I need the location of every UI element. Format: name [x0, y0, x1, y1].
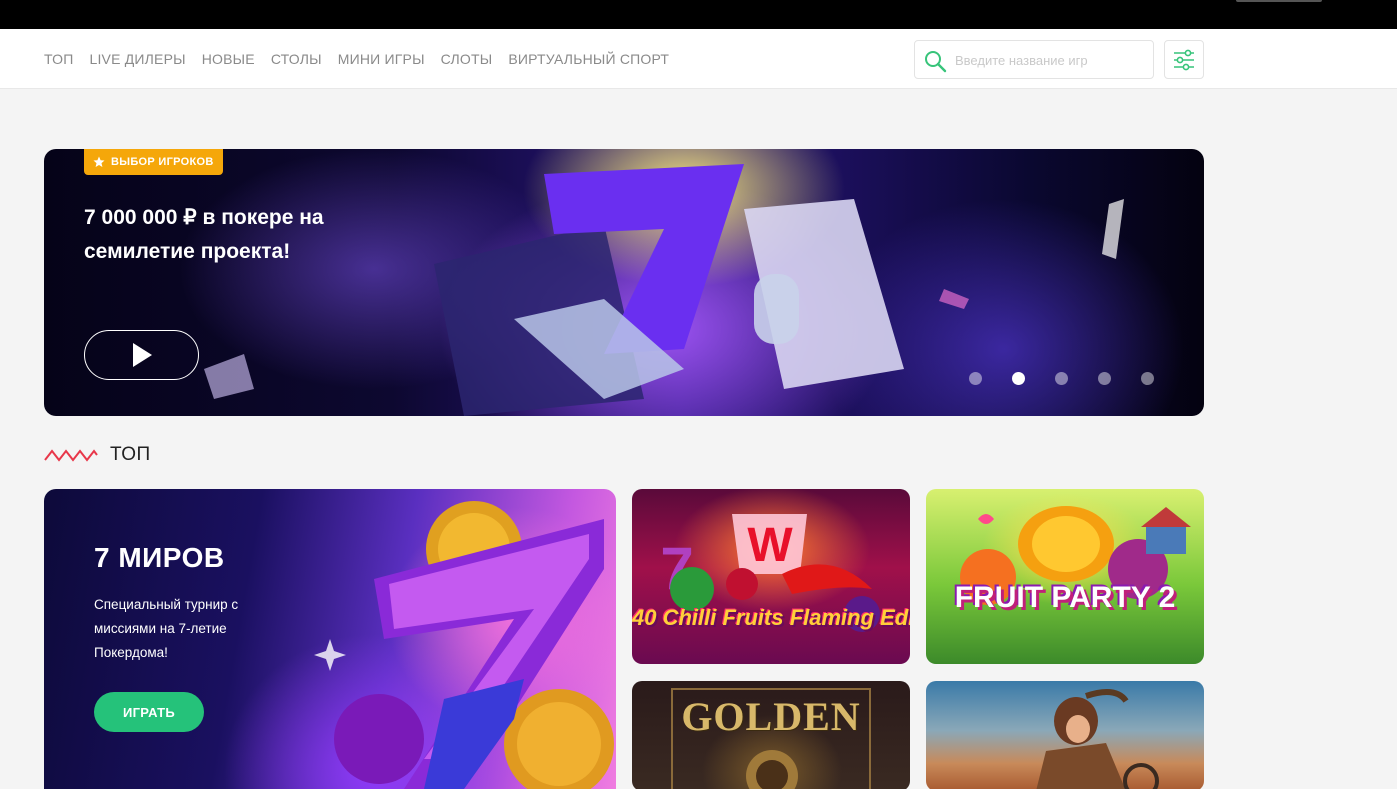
nav-link-live-dealers[interactable]: LIVE ДИЛЕРЫ — [89, 51, 185, 67]
fruit-party-art — [960, 506, 1191, 605]
filter-button[interactable] — [1164, 40, 1204, 79]
top-bar-edge — [1236, 0, 1322, 2]
promo-card[interactable]: 7 МИРОВ Специальный турнир с миссиями на… — [44, 489, 616, 789]
sliders-icon — [1174, 49, 1194, 70]
nav-link-new[interactable]: НОВЫЕ — [202, 51, 255, 67]
game-title-fruit-party-2: FRUIT PARTY 2 — [954, 581, 1176, 614]
nav-links: ТОП LIVE ДИЛЕРЫ НОВЫЕ СТОЛЫ МИНИ ИГРЫ СЛ… — [44, 29, 669, 89]
nav-link-slots[interactable]: СЛОТЫ — [441, 51, 493, 67]
players-choice-badge: ВЫБОР ИГРОКОВ — [84, 149, 223, 175]
section-header-top: ТОП — [44, 444, 151, 466]
top-black-bar — [0, 0, 1397, 29]
game-tile-adventure[interactable] — [926, 681, 1204, 789]
zigzag-icon — [44, 449, 98, 462]
svg-text:W: W — [747, 519, 793, 572]
carousel-dot-3[interactable] — [1055, 372, 1068, 385]
hero-banner[interactable]: ВЫБОР ИГРОКОВ 7 000 000 ₽ в покере на се… — [44, 149, 1204, 416]
chilli-fruits-art: W 7 — [660, 514, 880, 632]
game-title-chilli-fruits: 40 Chilli Fruits Flaming Edition — [632, 605, 910, 630]
section-title: ТОП — [110, 444, 151, 465]
carousel-dot-2[interactable] — [1012, 372, 1025, 385]
nav-link-top[interactable]: ТОП — [44, 51, 73, 67]
category-nav: ТОП LIVE ДИЛЕРЫ НОВЫЕ СТОЛЫ МИНИ ИГРЫ СЛ… — [0, 29, 1397, 89]
adventure-art — [1036, 689, 1159, 789]
nav-link-virtual-sport[interactable]: ВИРТУАЛЬНЫЙ СПОРТ — [508, 51, 669, 67]
game-tile-chilli-fruits[interactable]: W 7 40 Chilli Fruits Flaming Edition — [632, 489, 910, 664]
game-search-box[interactable] — [914, 40, 1154, 79]
search-input[interactable] — [955, 49, 1145, 71]
nav-link-mini-games[interactable]: МИНИ ИГРЫ — [338, 51, 425, 67]
game-title-golden: GOLDEN — [681, 694, 861, 739]
carousel-dot-1[interactable] — [969, 372, 982, 385]
carousel-dot-4[interactable] — [1098, 372, 1111, 385]
star-icon — [93, 156, 105, 167]
play-icon — [132, 343, 152, 367]
promo-title: 7 МИРОВ — [94, 542, 225, 573]
game-tile-fruit-party-2[interactable]: FRUIT PARTY 2 — [926, 489, 1204, 664]
promo-play-label: ИГРАТЬ — [122, 704, 176, 720]
carousel-dots — [969, 372, 1154, 385]
game-tile-golden[interactable]: GOLDEN — [632, 681, 910, 789]
carousel-dot-5[interactable] — [1141, 372, 1154, 385]
promo-description: Специальный турнир с миссиями на 7-летие… — [94, 597, 239, 660]
banner-title: 7 000 000 ₽ в покере на семилетие проект… — [84, 206, 324, 263]
search-icon — [925, 51, 947, 73]
badge-label: ВЫБОР ИГРОКОВ — [111, 156, 214, 168]
nav-link-tables[interactable]: СТОЛЫ — [271, 51, 322, 67]
promo-play-button[interactable]: ИГРАТЬ — [94, 692, 204, 732]
banner-play-button[interactable] — [84, 330, 199, 380]
